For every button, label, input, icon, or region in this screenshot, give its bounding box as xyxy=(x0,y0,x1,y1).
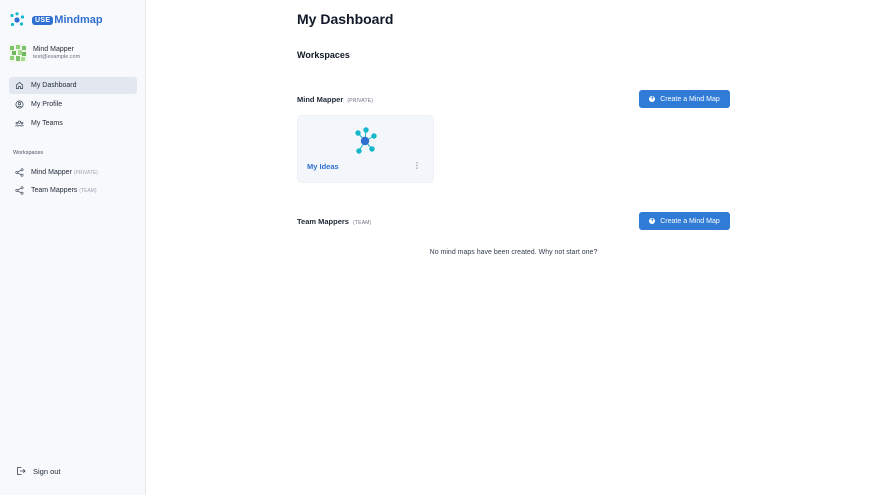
team-icon xyxy=(15,120,24,127)
logo-badge: USE xyxy=(32,15,54,25)
sidebar-item-team-mappers[interactable]: Team Mappers (TEAM) xyxy=(9,182,137,199)
sidebar-item-label: My Profile xyxy=(31,101,63,108)
sign-out-icon xyxy=(17,467,26,475)
create-mind-map-button[interactable]: + Create a Mind Map xyxy=(639,90,730,108)
sign-out-label: Sign out xyxy=(33,466,61,476)
plus-circle-icon: + xyxy=(649,96,656,102)
user-name: Mind Mapper xyxy=(33,46,74,53)
create-mind-map-button[interactable]: + Create a Mind Map xyxy=(639,212,730,230)
create-button-label: Create a Mind Map xyxy=(660,95,720,103)
mindmap-icon xyxy=(355,127,377,154)
sidebar-item-my-dashboard[interactable]: My Dashboard xyxy=(9,77,137,94)
avatar xyxy=(9,44,27,62)
workspace-heading-team-mappers: Team Mappers (TEAM) xyxy=(297,217,371,226)
user-email: test@example.com xyxy=(33,54,81,60)
sign-out-button[interactable]: Sign out xyxy=(16,466,61,476)
share-icon xyxy=(15,186,24,195)
workspace-tag: (TEAM) xyxy=(353,220,372,226)
workspace-tag: (PRIVATE) xyxy=(73,169,98,176)
workspace-tag: (PRIVATE) xyxy=(347,98,374,104)
sidebar-item-label: My Dashboard xyxy=(31,82,77,89)
sidebar-item-label: My Teams xyxy=(31,120,63,127)
mind-map-title[interactable]: My Ideas xyxy=(307,162,339,171)
workspaces-nav: Mind Mapper (PRIVATE) Team Mappers (TEAM… xyxy=(9,164,137,200)
sidebar-item-mind-mapper[interactable]: Mind Mapper (PRIVATE) xyxy=(9,164,137,181)
workspace-tag: (TEAM) xyxy=(79,187,97,194)
sidebar: USE Mindmap Mind Mapper test@example.com… xyxy=(0,0,146,495)
sidebar-nav: My Dashboard My Profile My Teams xyxy=(9,77,137,134)
logo-text: Mindmap xyxy=(54,14,103,26)
workspace-name: Team Mappers xyxy=(297,217,349,226)
workspaces-section-label: Workspaces xyxy=(13,150,44,156)
mind-map-card[interactable]: My Ideas ⋮ xyxy=(297,115,434,183)
empty-state-message: No mind maps have been created. Why not … xyxy=(429,249,598,256)
sidebar-item-label: Team Mappers xyxy=(31,187,78,194)
mindmap-logo-icon xyxy=(10,12,25,27)
share-icon xyxy=(15,168,24,177)
sidebar-item-label: Mind Mapper xyxy=(31,169,72,176)
sidebar-item-my-teams[interactable]: My Teams xyxy=(9,115,137,132)
plus-circle-icon: + xyxy=(649,218,656,224)
create-button-label: Create a Mind Map xyxy=(660,217,720,225)
logo[interactable]: USE Mindmap xyxy=(9,12,103,28)
home-icon xyxy=(15,81,24,90)
more-options-icon[interactable]: ⋮ xyxy=(413,161,421,171)
workspaces-heading: Workspaces xyxy=(297,50,350,60)
workspace-name: Mind Mapper xyxy=(297,95,344,104)
user-circle-icon xyxy=(15,100,24,109)
sidebar-item-my-profile[interactable]: My Profile xyxy=(9,96,137,113)
user-profile: Mind Mapper test@example.com xyxy=(9,44,80,62)
workspace-heading-mind-mapper: Mind Mapper (PRIVATE) xyxy=(297,95,373,104)
page-title: My Dashboard xyxy=(297,11,394,27)
